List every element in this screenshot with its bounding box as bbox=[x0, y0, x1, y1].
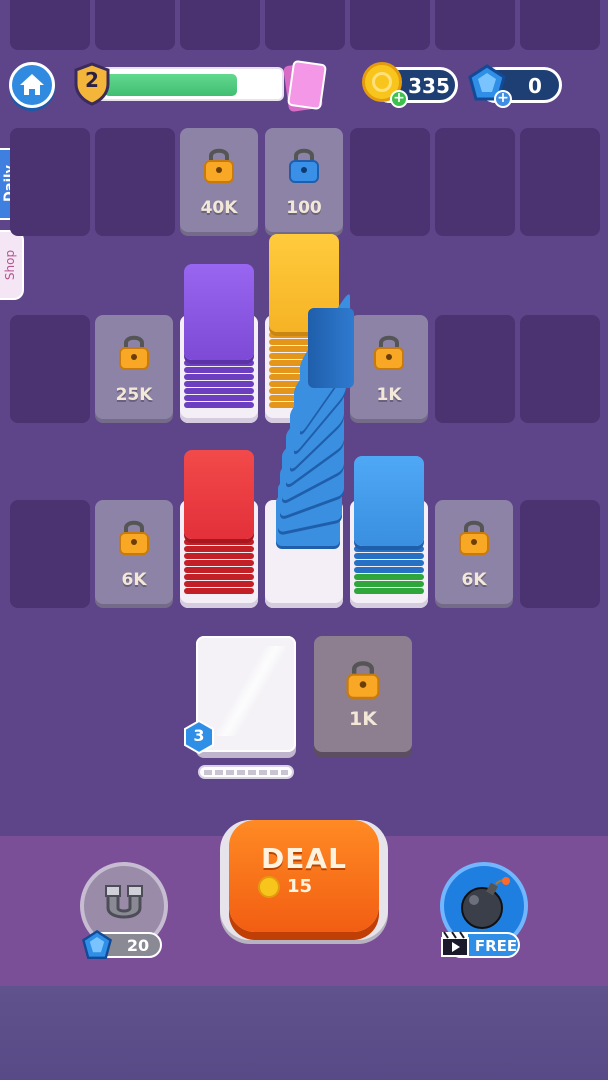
level-badge: 2 bbox=[72, 62, 112, 106]
lock-icon bbox=[289, 148, 319, 183]
card bbox=[184, 264, 254, 360]
grid-slot[interactable] bbox=[95, 128, 175, 236]
unlock-cost: 25K bbox=[115, 385, 153, 405]
flying-card-stack bbox=[270, 290, 360, 560]
tab-shop-label: Shop bbox=[3, 249, 17, 281]
bomb-free-label: FREE bbox=[474, 937, 518, 955]
deal-cost: 15 bbox=[287, 876, 313, 897]
locked-tile[interactable]: 6K bbox=[435, 500, 513, 608]
card-stack-purple[interactable] bbox=[184, 264, 254, 414]
card bbox=[184, 450, 254, 539]
grid-slot[interactable] bbox=[435, 128, 515, 236]
unlock-cost: 6K bbox=[121, 570, 147, 590]
locked-tile[interactable]: 25K bbox=[95, 315, 173, 423]
lock-icon bbox=[374, 335, 404, 370]
deal-label: DEAL bbox=[261, 842, 347, 875]
lock-icon bbox=[204, 148, 234, 183]
grid-slot bbox=[180, 0, 260, 50]
unlock-cost: 1K bbox=[376, 385, 402, 405]
grid-slot[interactable] bbox=[350, 128, 430, 236]
unlock-cost: 1K bbox=[349, 708, 377, 730]
bomb-icon bbox=[461, 877, 510, 929]
grid-slot[interactable] bbox=[520, 128, 600, 236]
add-gems-button[interactable]: + bbox=[494, 90, 512, 108]
lock-icon bbox=[459, 520, 489, 555]
grid-slot bbox=[265, 0, 345, 50]
card bbox=[354, 456, 424, 546]
add-coins-button[interactable]: + bbox=[390, 90, 408, 108]
lock-icon bbox=[346, 661, 380, 699]
locked-tile[interactable]: 100 bbox=[265, 128, 343, 236]
grid-slot[interactable] bbox=[520, 500, 600, 608]
unlock-cost: 100 bbox=[286, 198, 322, 218]
grid-slot[interactable] bbox=[435, 315, 515, 423]
video-ad-icon bbox=[441, 931, 469, 957]
level-number: 2 bbox=[85, 68, 99, 92]
coin-count: 335 bbox=[408, 74, 450, 98]
locked-tile[interactable]: 40K bbox=[180, 128, 258, 236]
grid-slot bbox=[95, 0, 175, 50]
lock-icon bbox=[119, 335, 149, 370]
card-pack-icon[interactable] bbox=[282, 59, 328, 113]
home-icon bbox=[20, 74, 44, 95]
hand-count: 3 bbox=[193, 726, 205, 745]
magnet-cost: 20 bbox=[126, 936, 150, 955]
home-button[interactable] bbox=[9, 62, 55, 108]
locked-tile[interactable]: 6K bbox=[95, 500, 173, 608]
grid-slot bbox=[435, 0, 515, 50]
unlock-cost: 40K bbox=[200, 198, 238, 218]
grid-slot[interactable] bbox=[10, 500, 90, 608]
coin-icon bbox=[258, 876, 280, 898]
xp-bar bbox=[84, 67, 284, 101]
grid-slot bbox=[350, 0, 430, 50]
tab-shop[interactable]: Shop bbox=[0, 230, 24, 300]
gem-icon bbox=[82, 929, 112, 959]
grid-slot bbox=[10, 0, 90, 50]
magnet-icon bbox=[105, 885, 143, 919]
xp-bar-fill bbox=[104, 74, 237, 96]
locked-hand-tile[interactable]: 1K bbox=[314, 636, 412, 752]
hand-progress bbox=[198, 765, 294, 779]
grid-slot bbox=[520, 0, 600, 50]
card-stack-red[interactable] bbox=[184, 450, 254, 600]
grid-slot[interactable] bbox=[520, 315, 600, 423]
bottom-strip bbox=[0, 986, 608, 1080]
deal-button[interactable]: DEAL 15 bbox=[229, 820, 379, 932]
lock-icon bbox=[119, 520, 149, 555]
unlock-cost: 6K bbox=[461, 570, 487, 590]
locked-tile[interactable]: 1K bbox=[350, 315, 428, 423]
grid-slot[interactable] bbox=[10, 315, 90, 423]
gem-count: 0 bbox=[528, 74, 542, 98]
card-stack-blue-green[interactable] bbox=[354, 456, 424, 600]
grid-slot[interactable] bbox=[10, 128, 90, 236]
